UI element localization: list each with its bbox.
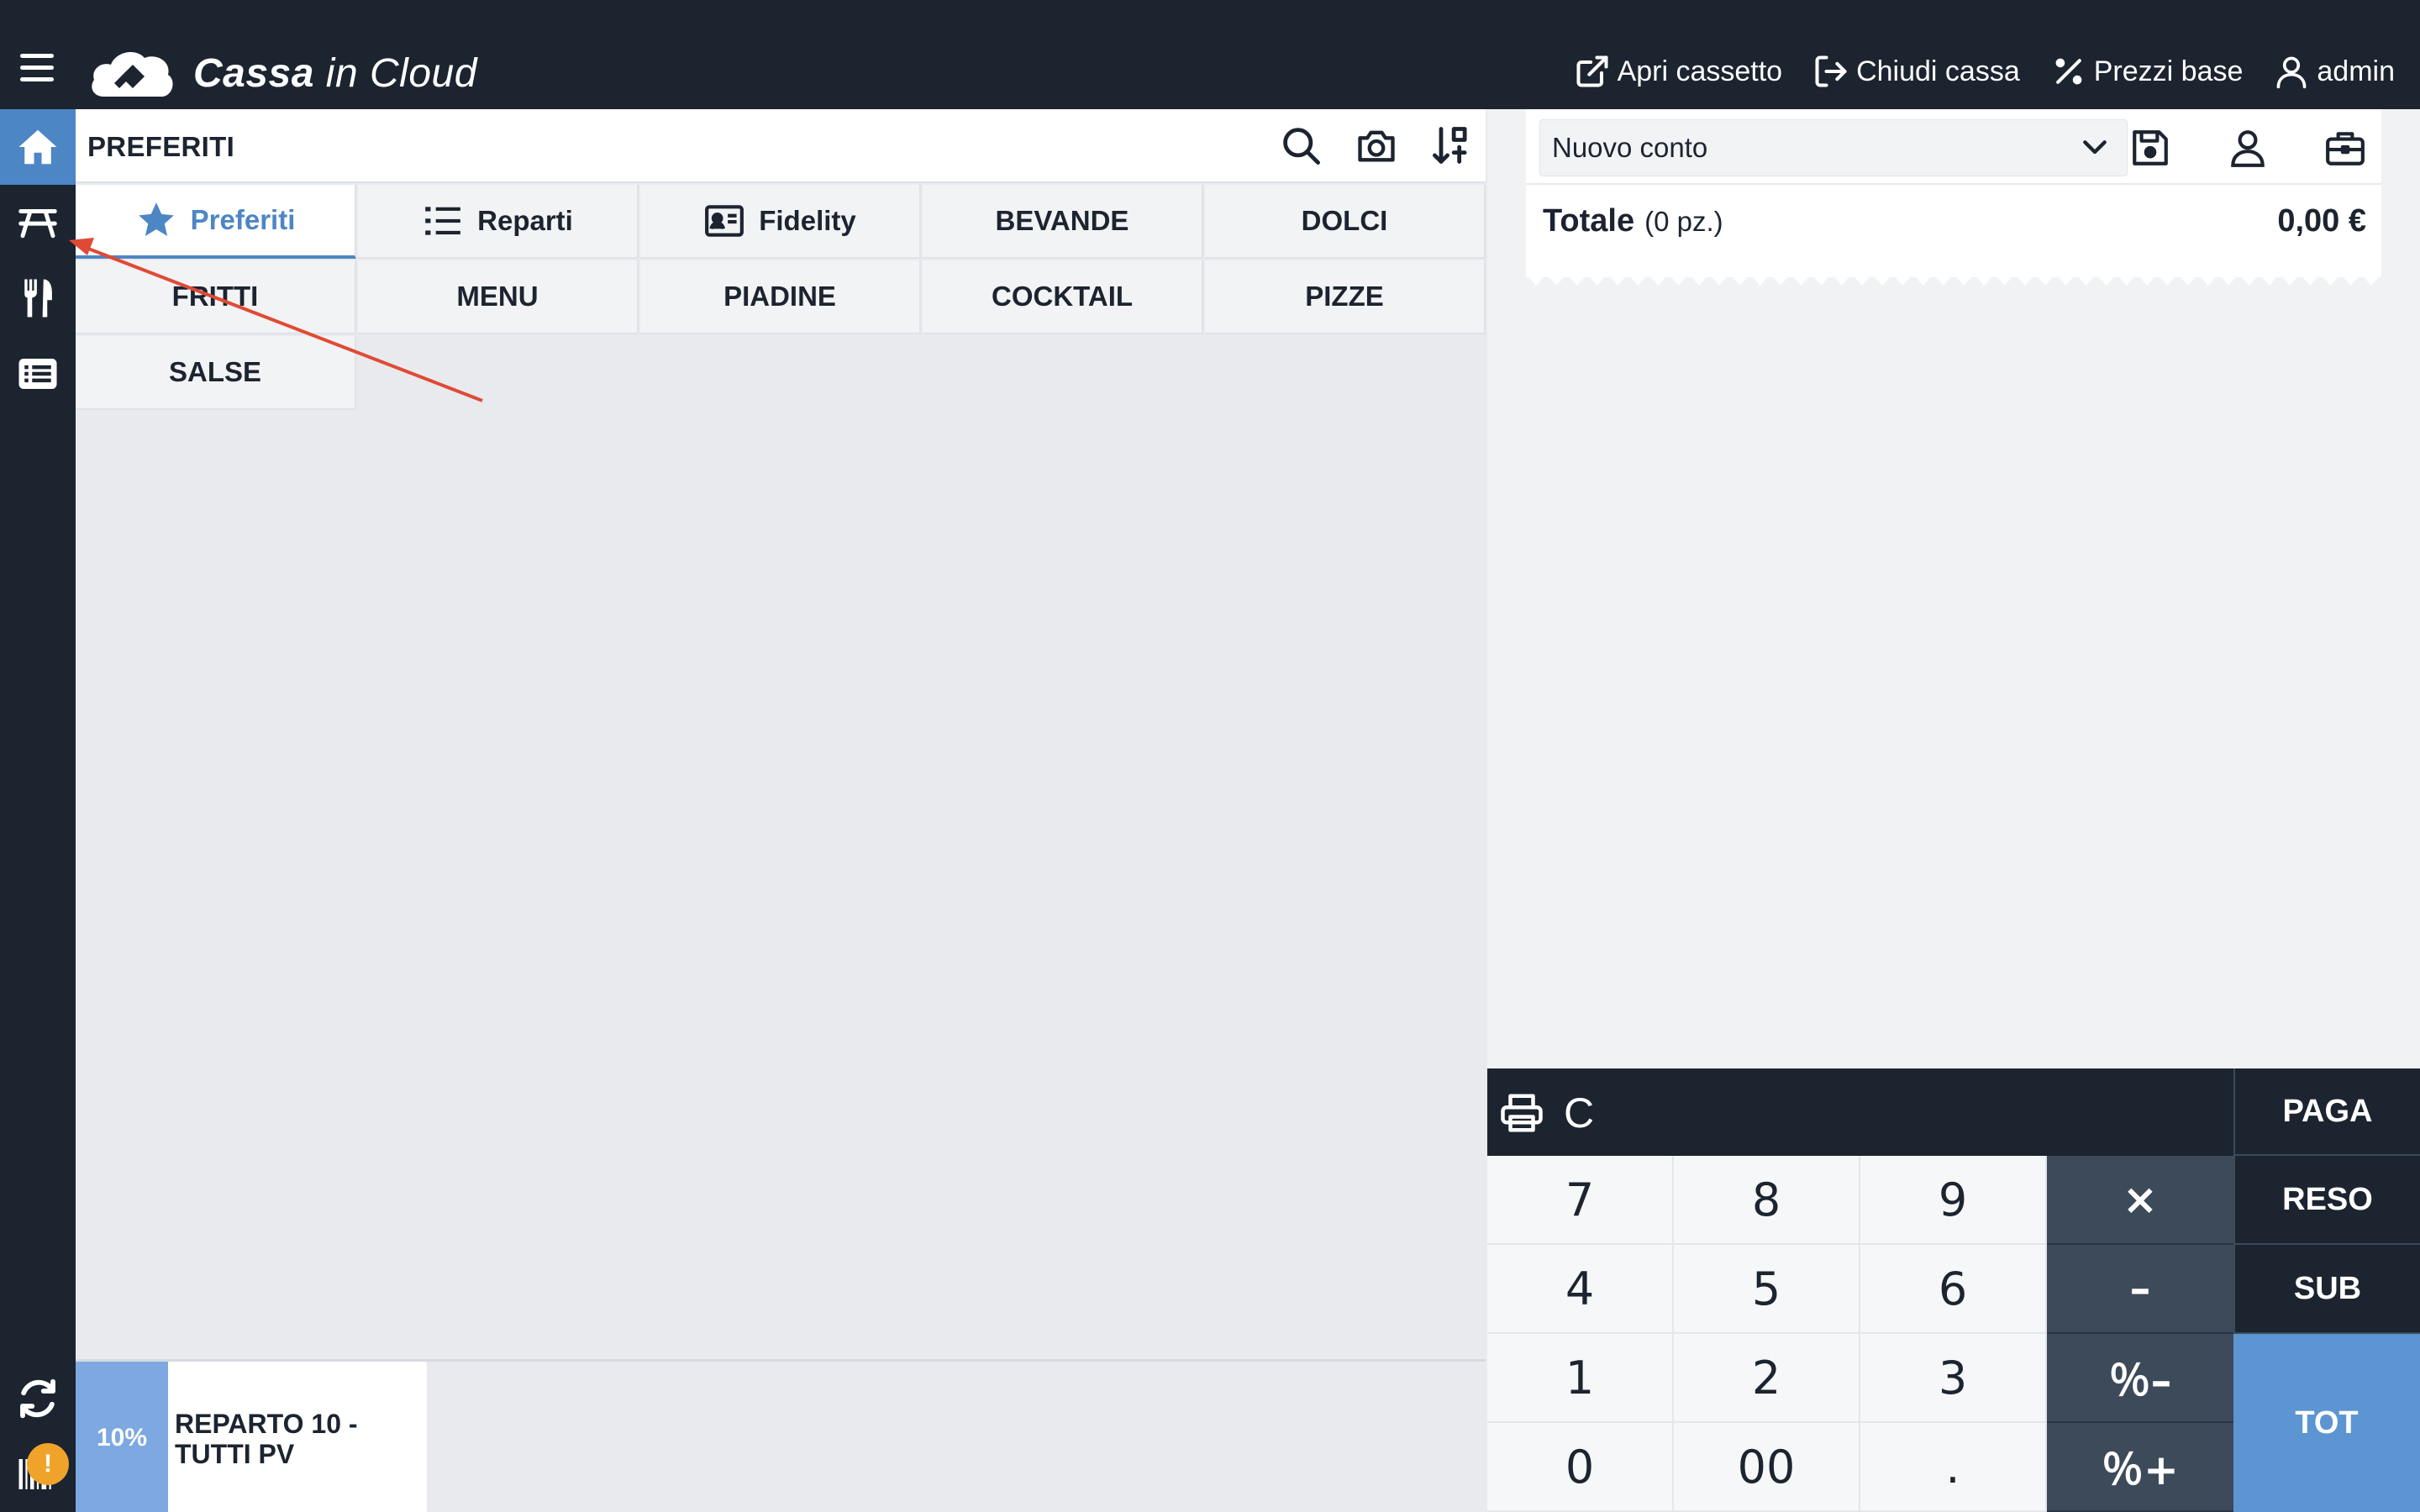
key-2[interactable]: 2 <box>1674 1334 1860 1423</box>
barcode-button[interactable]: ! <box>0 1436 76 1512</box>
tab-fidelity[interactable]: Fidelity <box>640 185 921 259</box>
save-icon <box>2133 130 2168 165</box>
item-count: (0 pz.) <box>1644 206 1723 237</box>
sort-icon <box>1433 127 1467 164</box>
printer-icon <box>1501 1094 1543 1132</box>
total-label: Totale <box>1543 203 1635 239</box>
key-00[interactable]: 00 <box>1674 1423 1860 1512</box>
clear-button[interactable]: C <box>1556 1089 1602 1137</box>
tab-fritti[interactable]: FRITTI <box>76 260 356 334</box>
chevron-down-icon <box>2083 140 2107 155</box>
key-4[interactable]: 4 <box>1487 1245 1674 1334</box>
percent-surcharge-key[interactable]: ％+ <box>2047 1423 2233 1512</box>
vat-percent: 10% <box>76 1362 168 1512</box>
tab-reparti[interactable]: Reparti <box>358 185 639 259</box>
reparto-name: REPARTO 10 - TUTTI PV <box>175 1409 358 1469</box>
camera-button[interactable] <box>1355 121 1398 170</box>
sidebar: ! <box>0 109 76 1512</box>
refund-button[interactable]: RESO <box>2233 1156 2420 1245</box>
customer-icon <box>2231 130 2265 167</box>
star-icon <box>138 202 174 236</box>
fork-knife-icon <box>24 279 52 318</box>
tab-menu[interactable]: MENU <box>358 260 639 334</box>
percent-discount-key[interactable]: ％– <box>2047 1334 2233 1423</box>
external-link-icon <box>1576 55 1608 87</box>
top-bar: Cassa in Cloud Apri cassetto Chiudi cass… <box>0 0 2420 109</box>
base-prices-button[interactable]: Prezzi base <box>2050 53 2243 90</box>
tab-bevande[interactable]: BEVANDE <box>923 185 1203 259</box>
app-logo: Cassa in Cloud <box>89 44 477 102</box>
app-title: Cassa in Cloud <box>193 50 477 96</box>
reparto-tile[interactable]: 10% REPARTO 10 - TUTTI PV <box>76 1362 427 1512</box>
tab-piadine[interactable]: PIADINE <box>640 260 921 334</box>
keypad-toolbar: C <box>1487 1068 2233 1156</box>
open-drawer-button[interactable]: Apri cassetto <box>1574 53 1782 90</box>
account-select[interactable]: Nuovo conto <box>1539 119 2128 176</box>
key-7[interactable]: 7 <box>1487 1156 1674 1245</box>
print-button[interactable] <box>1499 1090 1544 1136</box>
key-3[interactable]: 3 <box>1860 1334 2047 1423</box>
sidebar-item-list[interactable] <box>0 336 76 412</box>
receipt: Nuovo conto Totale (0 pz.) 0,00 € <box>1526 109 2381 277</box>
key-1[interactable]: 1 <box>1487 1334 1674 1423</box>
search-button[interactable] <box>1279 121 1323 170</box>
customer-button[interactable] <box>2223 119 2272 176</box>
close-register-button[interactable]: Chiudi cassa <box>1812 53 2020 90</box>
picnic-table-icon <box>18 209 57 239</box>
page-title: PREFERITI <box>87 131 235 162</box>
id-card-icon <box>705 205 744 237</box>
user-icon <box>2276 56 2307 89</box>
save-button[interactable] <box>2126 119 2175 176</box>
subtotal-button[interactable]: SUB <box>2233 1245 2420 1334</box>
receipt-tear-edge <box>1526 274 2381 286</box>
camera-icon <box>1358 130 1395 162</box>
tab-pizze[interactable]: PIZZE <box>1205 260 1486 334</box>
total-amount: 0,00 € <box>2277 203 2366 239</box>
warning-badge: ! <box>27 1443 69 1485</box>
multiply-key[interactable]: × <box>2047 1156 2233 1245</box>
cloud-logo-icon <box>92 52 173 97</box>
briefcase-button[interactable] <box>2321 119 2370 176</box>
tab-preferiti[interactable]: Preferiti <box>76 185 356 259</box>
minus-key[interactable]: – <box>2047 1245 2233 1334</box>
sidebar-item-menu[interactable] <box>0 260 76 336</box>
sync-icon <box>20 1378 55 1419</box>
sign-out-icon <box>1815 55 1847 87</box>
list-icon <box>18 359 57 389</box>
key-decimal[interactable]: . <box>1860 1423 2047 1512</box>
home-icon <box>18 129 57 165</box>
quick-reparto-strip: 10% REPARTO 10 - TUTTI PV <box>76 1359 1486 1512</box>
search-icon <box>1283 128 1320 165</box>
pay-button[interactable]: PAGA <box>2233 1068 2420 1156</box>
key-5[interactable]: 5 <box>1674 1245 1860 1334</box>
products-header: PREFERITI <box>76 109 1486 183</box>
total-row: Totale (0 pz.) 0,00 € <box>1543 203 2366 239</box>
receipt-panel: Nuovo conto Totale (0 pz.) 0,00 € <box>1487 109 2420 1068</box>
percent-slash-icon <box>2055 58 2082 85</box>
list-icon <box>425 207 460 235</box>
sort-button[interactable] <box>1430 121 1474 170</box>
key-6[interactable]: 6 <box>1860 1245 2047 1334</box>
tab-salse[interactable]: SALSE <box>76 336 356 410</box>
total-button[interactable]: TOT <box>2233 1334 2420 1512</box>
sidebar-item-home[interactable] <box>0 109 76 185</box>
key-9[interactable]: 9 <box>1860 1156 2047 1245</box>
key-0[interactable]: 0 <box>1487 1423 1674 1512</box>
key-8[interactable]: 8 <box>1674 1156 1860 1245</box>
user-menu-button[interactable]: admin <box>2273 53 2395 90</box>
hamburger-menu-icon[interactable] <box>15 52 59 89</box>
tab-dolci[interactable]: DOLCI <box>1205 185 1486 259</box>
briefcase-icon <box>2326 132 2365 165</box>
sidebar-item-tables[interactable] <box>0 185 76 260</box>
sync-button[interactable] <box>0 1361 76 1436</box>
tab-cocktail[interactable]: COCKTAIL <box>923 260 1203 334</box>
